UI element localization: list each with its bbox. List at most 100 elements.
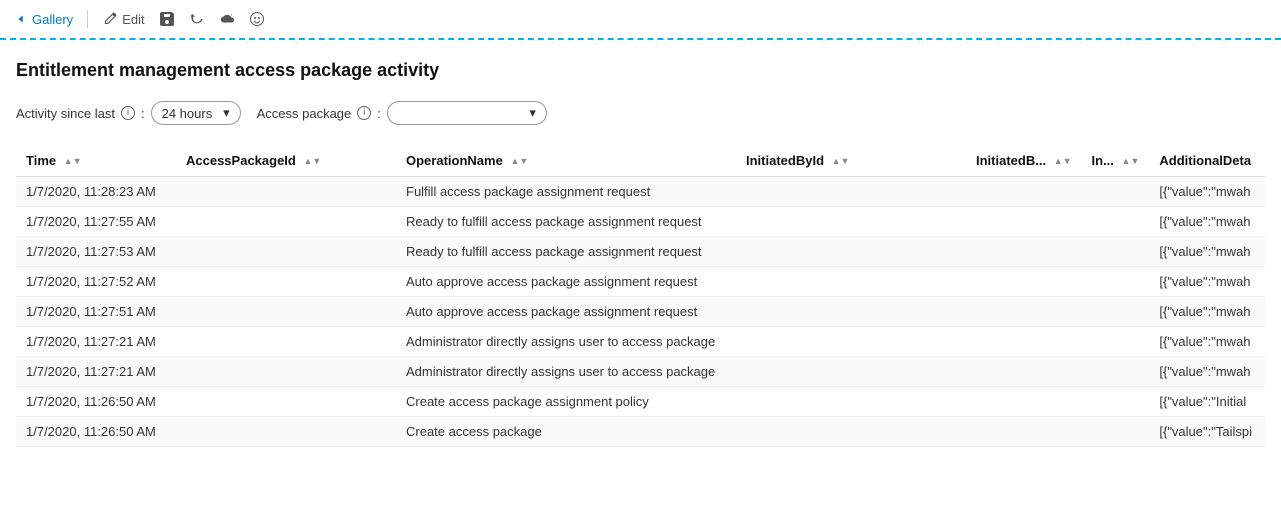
cell-access_pkg_id (176, 267, 396, 297)
cell-op_name: Create access package (396, 417, 736, 447)
col-header-init-b[interactable]: InitiatedB... ▲▼ (966, 145, 1082, 177)
activity-info-icon: i (121, 106, 135, 120)
data-table: Time ▲▼ AccessPackageId ▲▼ OperationName… (16, 145, 1265, 447)
col-header-op-name[interactable]: OperationName ▲▼ (396, 145, 736, 177)
save-icon (159, 11, 175, 27)
cell-additional: [{"value":"mwah (1149, 267, 1265, 297)
cell-additional: [{"value":"mwah (1149, 207, 1265, 237)
table-row[interactable]: 1/7/2020, 11:26:50 AM Create access packa… (16, 417, 1265, 447)
table-row[interactable]: 1/7/2020, 11:27:55 AMReady to fulfill ac… (16, 207, 1265, 237)
cell-additional: [{"value":"mwah (1149, 297, 1265, 327)
cell-access_pkg_id (176, 237, 396, 267)
cell-op_name: Fulfill access package assignment reques… (396, 177, 736, 207)
cell-access_pkg_id (176, 177, 396, 207)
page-content: Entitlement management access package ac… (0, 40, 1281, 463)
cell-additional: [{"value":"Initial (1149, 387, 1265, 417)
table-row[interactable]: 1/7/2020, 11:27:51 AMAuto approve access… (16, 297, 1265, 327)
page-title: Entitlement management access package ac… (16, 60, 1265, 81)
cell-op_name: Ready to fulfill access package assignme… (396, 237, 736, 267)
cell-op_name: Administrator directly assigns user to a… (396, 357, 736, 387)
sort-icon-pkg-id[interactable]: ▲▼ (303, 158, 321, 164)
col-header-time[interactable]: Time ▲▼ (16, 145, 176, 177)
cell-in (1082, 297, 1150, 327)
cell-additional: [{"value":"mwah (1149, 237, 1265, 267)
activity-colon: : (141, 106, 145, 121)
cell-time: 1/7/2020, 11:26:50 AM (16, 417, 176, 447)
cell-additional: [{"value":"mwah (1149, 327, 1265, 357)
toolbar-divider (87, 10, 88, 28)
col-header-init-by-id[interactable]: InitiatedById ▲▼ (736, 145, 966, 177)
cell-access_pkg_id (176, 417, 396, 447)
cell-additional: [{"value":"Tailspi (1149, 417, 1265, 447)
cell-access_pkg_id (176, 297, 396, 327)
cell-op_name: Auto approve access package assignment r… (396, 267, 736, 297)
cloud-icon (219, 11, 235, 27)
refresh-icon (189, 11, 205, 27)
access-pkg-label: Access package (257, 106, 352, 121)
col-header-in[interactable]: In... ▲▼ (1082, 145, 1150, 177)
sort-icon-op-name[interactable]: ▲▼ (510, 158, 528, 164)
cell-init_b (966, 357, 1082, 387)
table-row[interactable]: 1/7/2020, 11:27:53 AM Ready to fulfill ac… (16, 237, 1265, 267)
table-body: 1/7/2020, 11:28:23 AMFulfill access pack… (16, 177, 1265, 447)
sort-icon-init-by-id[interactable]: ▲▼ (832, 158, 850, 164)
activity-select[interactable]: 24 hours ▾ (151, 101, 241, 125)
cell-init_by_id (736, 177, 966, 207)
cell-additional: [{"value":"mwah (1149, 357, 1265, 387)
col-header-access-pkg-id[interactable]: AccessPackageId ▲▼ (176, 145, 396, 177)
back-button[interactable]: Gallery (14, 12, 73, 27)
activity-select-value: 24 hours (162, 106, 213, 121)
access-pkg-info-icon: i (357, 106, 371, 120)
cell-access_pkg_id (176, 387, 396, 417)
toolbar: Gallery Edit (0, 0, 1281, 40)
edit-button[interactable]: Edit (102, 11, 144, 27)
cell-op_name: Auto approve access package assignment r… (396, 297, 736, 327)
cell-init_by_id (736, 207, 966, 237)
sort-icon-time[interactable]: ▲▼ (64, 158, 82, 164)
table-header: Time ▲▼ AccessPackageId ▲▼ OperationName… (16, 145, 1265, 177)
col-header-additional: AdditionalDeta (1149, 145, 1265, 177)
filters-row: Activity since last i : 24 hours ▾ Acces… (16, 101, 1265, 125)
cell-init_by_id (736, 297, 966, 327)
table-row[interactable]: 1/7/2020, 11:27:21 AM Administrator direc… (16, 357, 1265, 387)
cell-init_by_id (736, 387, 966, 417)
refresh-button[interactable] (189, 11, 205, 27)
cell-time: 1/7/2020, 11:27:21 AM (16, 357, 176, 387)
cell-init_b (966, 297, 1082, 327)
cell-in (1082, 237, 1150, 267)
access-pkg-colon: : (377, 106, 381, 121)
sort-icon-in[interactable]: ▲▼ (1122, 158, 1140, 164)
cell-init_by_id (736, 237, 966, 267)
emoji-icon (249, 11, 265, 27)
table-row[interactable]: 1/7/2020, 11:28:23 AMFulfill access pack… (16, 177, 1265, 207)
cell-op_name: Ready to fulfill access package assignme… (396, 207, 736, 237)
cell-access_pkg_id (176, 207, 396, 237)
cell-in (1082, 327, 1150, 357)
cell-init_by_id (736, 417, 966, 447)
table-row[interactable]: 1/7/2020, 11:26:50 AMCreate access packa… (16, 387, 1265, 417)
cell-init_b (966, 207, 1082, 237)
cell-init_b (966, 327, 1082, 357)
cell-in (1082, 207, 1150, 237)
access-pkg-select[interactable]: ▾ (387, 101, 547, 125)
cell-init_b (966, 237, 1082, 267)
feedback-button[interactable] (249, 11, 265, 27)
table-row[interactable]: 1/7/2020, 11:27:52 AMAuto approve access… (16, 267, 1265, 297)
cell-additional: [{"value":"mwah (1149, 177, 1265, 207)
cell-init_by_id (736, 267, 966, 297)
cell-init_b (966, 387, 1082, 417)
cell-in (1082, 357, 1150, 387)
activity-chevron-icon: ▾ (223, 105, 230, 121)
save-button[interactable] (159, 11, 175, 27)
gallery-label: Gallery (32, 12, 73, 27)
activity-filter-label: Activity since last (16, 106, 115, 121)
cell-access_pkg_id (176, 357, 396, 387)
cell-op_name: Create access package assignment policy (396, 387, 736, 417)
cell-time: 1/7/2020, 11:27:53 AM (16, 237, 176, 267)
cell-in (1082, 267, 1150, 297)
table-row[interactable]: 1/7/2020, 11:27:21 AMAdministrator direc… (16, 327, 1265, 357)
cell-init_b (966, 177, 1082, 207)
cloud-button[interactable] (219, 11, 235, 27)
access-pkg-chevron-icon: ▾ (529, 105, 536, 121)
sort-icon-init-b[interactable]: ▲▼ (1054, 158, 1072, 164)
